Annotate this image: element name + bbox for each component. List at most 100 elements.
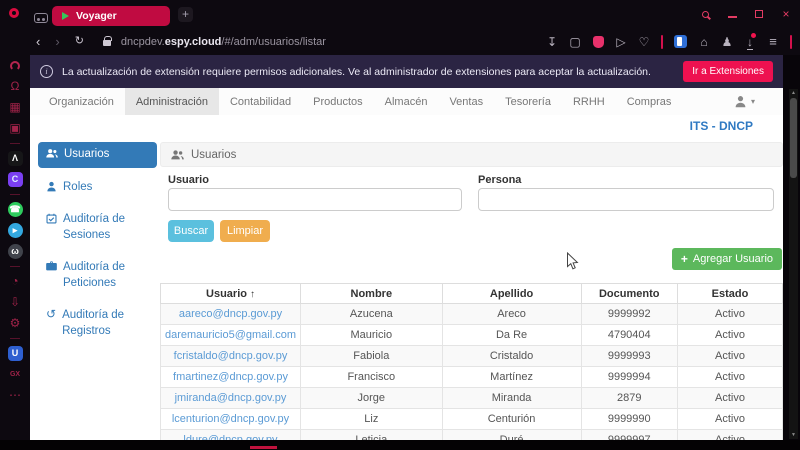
cell-documento: 9999992 (581, 304, 677, 325)
extension-icon[interactable] (674, 35, 687, 49)
briefcase-icon (46, 261, 57, 271)
page-scrollbar[interactable]: ▲ ▼ (789, 89, 798, 439)
scrollbar-thumb[interactable] (790, 98, 797, 178)
player-icon[interactable]: ▷ (615, 35, 627, 49)
user-email-link[interactable]: aareco@dncp.gov.py (179, 308, 282, 320)
maximize-icon[interactable] (753, 8, 765, 20)
col-header-documento[interactable]: Documento (581, 284, 677, 304)
nav-item-organizacion[interactable]: Organización (38, 88, 125, 115)
col-header-apellido[interactable]: Apellido (442, 284, 581, 304)
download-icon[interactable]: ↓ (744, 35, 756, 49)
users-icon (171, 149, 184, 160)
discord-icon[interactable]: ω (8, 244, 23, 259)
opera-logo-icon[interactable] (9, 8, 19, 18)
minimize-icon[interactable] (726, 8, 738, 20)
sidebar-home-icon[interactable]: ⌂ (698, 35, 710, 49)
downloads-icon[interactable]: ⇩ (7, 295, 23, 310)
workspaces-icon[interactable]: ▣ (7, 121, 23, 136)
more-icon[interactable]: ⋯ (7, 388, 23, 403)
mods-icon[interactable]: Ω (7, 79, 23, 94)
table-row: jmiranda@dncp.gov.pyJorgeMiranda2879Acti… (161, 388, 783, 409)
panel-heading: Usuarios (160, 142, 783, 167)
heart-icon[interactable]: ♡ (638, 35, 650, 49)
chat-app-icon[interactable]: C (8, 172, 23, 187)
telegram-icon[interactable]: ▸ (8, 223, 23, 238)
nav-item-productos[interactable]: Productos (302, 88, 374, 115)
org-label[interactable]: ITS - DNCP (690, 119, 753, 133)
scroll-down-icon[interactable]: ▼ (789, 432, 798, 438)
col-header-usuario[interactable]: Usuario↑ (161, 284, 301, 304)
reload-icon[interactable]: ↻ (75, 35, 84, 48)
agregar-usuario-button[interactable]: + Agregar Usuario (672, 248, 782, 270)
scroll-up-icon[interactable]: ▲ (789, 90, 798, 96)
forward-icon[interactable]: › (55, 35, 59, 48)
tab-search-icon[interactable] (34, 13, 48, 23)
table-row: fmartinez@dncp.gov.pyFranciscoMartínez99… (161, 367, 783, 388)
shield-extension-icon[interactable]: U (8, 346, 23, 361)
sidebar-item-auditoria-de-sesiones[interactable]: Auditoría de Sesiones (38, 207, 157, 248)
usuario-input[interactable] (168, 188, 462, 211)
plus-icon: + (681, 252, 688, 266)
user-email-link[interactable]: fmartinez@dncp.gov.py (173, 371, 288, 383)
user-email-link[interactable]: fcristaldo@dncp.gov.py (174, 350, 288, 362)
user-email-cell: ldure@dncp.gov.py (161, 430, 301, 441)
sidebar-item-roles[interactable]: Roles (38, 175, 157, 201)
user-email-cell: daremauricio5@gmail.com (161, 325, 301, 346)
nav-item-contabilidad[interactable]: Contabilidad (219, 88, 302, 115)
search-icon[interactable] (699, 8, 711, 20)
user-menu[interactable]: ▾ (734, 95, 755, 108)
bottom-black-strip (0, 440, 800, 450)
url-text[interactable]: dncpdev.espy.cloud/#/adm/usuarios/listar (121, 36, 326, 48)
app-sidebar: Usuarios Roles Auditoría de Sesiones Audito… (38, 142, 157, 344)
user-email-link[interactable]: daremauricio5@gmail.com (165, 329, 296, 341)
tab-tiling-icon[interactable]: ▦ (7, 100, 23, 115)
col-header-nombre[interactable]: Nombre (301, 284, 443, 304)
sidebar-item-label: Roles (63, 180, 92, 196)
buscar-button[interactable]: Buscar (168, 220, 214, 242)
sidebar-item-label: Usuarios (64, 147, 109, 163)
nav-item-administracion[interactable]: Administración (125, 88, 219, 115)
gx-icon[interactable]: GX (7, 367, 23, 382)
vpn-shield-icon[interactable] (592, 35, 604, 49)
user-email-cell: fcristaldo@dncp.gov.py (161, 346, 301, 367)
pin-icon[interactable]: ↧ (546, 35, 558, 49)
panel-title: Usuarios (191, 149, 236, 161)
go-to-extensions-button[interactable]: Ir a Extensiones (683, 61, 773, 82)
nav-item-almacen[interactable]: Almacén (374, 88, 439, 115)
nav-item-rrhh[interactable]: RRHH (562, 88, 616, 115)
settings-icon[interactable]: ⚙ (7, 316, 23, 331)
whatsapp-icon[interactable]: ☎ (8, 202, 23, 217)
sidebar-item-auditoria-de-registros[interactable]: ↺Auditoría de Registros (38, 303, 157, 344)
cell-estado: Activo (677, 409, 782, 430)
new-tab-button[interactable]: + (178, 7, 193, 22)
menu-icon[interactable]: ≡ (767, 35, 779, 49)
sidebar-item-usuarios[interactable]: Usuarios (38, 142, 157, 168)
user-email-link[interactable]: lcenturion@dncp.gov.py (172, 413, 289, 425)
sidebar-item-auditoria-de-peticiones[interactable]: Auditoría de Peticiones (38, 255, 157, 296)
divider (10, 266, 20, 267)
cell-nombre: Liz (301, 409, 443, 430)
close-icon[interactable]: × (780, 8, 792, 20)
profile-icon[interactable]: ♟ (721, 35, 733, 49)
nav-item-tesoreria[interactable]: Tesorería (494, 88, 562, 115)
cell-documento: 4790404 (581, 325, 677, 346)
table-row: lcenturion@dncp.gov.pyLizCenturión999999… (161, 409, 783, 430)
screenshot-icon[interactable]: ▢ (569, 35, 581, 49)
history-icon[interactable]: ◔ (7, 274, 23, 289)
user-email-link[interactable]: jmiranda@dncp.gov.py (175, 392, 287, 404)
limpiar-button[interactable]: Limpiar (220, 220, 270, 242)
mouse-cursor (566, 252, 579, 271)
red-bar-fragment (250, 446, 277, 449)
update-icon[interactable] (7, 58, 23, 73)
nav-item-ventas[interactable]: Ventas (438, 88, 494, 115)
divider (10, 194, 20, 195)
persona-input[interactable] (478, 188, 774, 211)
browser-tab[interactable]: Voyager (52, 6, 170, 26)
lock-icon[interactable] (103, 40, 111, 46)
aria-icon[interactable]: Λ (8, 151, 23, 166)
col-header-estado[interactable]: Estado (677, 284, 782, 304)
back-icon[interactable]: ‹ (36, 35, 40, 48)
cell-documento: 9999994 (581, 367, 677, 388)
cell-apellido: Centurión (442, 409, 581, 430)
nav-item-compras[interactable]: Compras (616, 88, 683, 115)
